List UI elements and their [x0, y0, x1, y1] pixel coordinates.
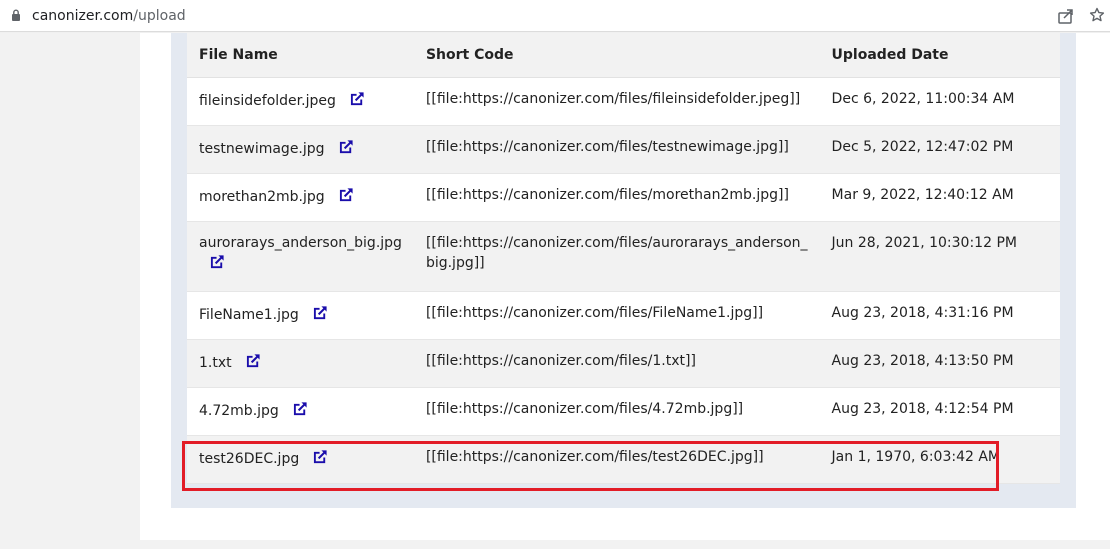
table-row: morethan2mb.jpg [[file:https://canonizer…	[187, 173, 1060, 222]
file-name-cell: aurorarays_anderson_big.jpg	[187, 221, 414, 292]
uploaded-date-cell: Aug 23, 2018, 4:12:54 PM	[819, 387, 1060, 436]
table-row: fileinsidefolder.jpeg [[file:https://can…	[187, 77, 1060, 126]
file-name-cell: 4.72mb.jpg	[187, 387, 414, 436]
file-name-cell: testnewimage.jpg	[187, 125, 414, 174]
file-name: testnewimage.jpg	[199, 140, 325, 157]
file-name: 4.72mb.jpg	[199, 402, 279, 419]
short-code-cell: [[file:https://canonizer.com/files/FileN…	[413, 291, 820, 340]
url-host: canonizer.com	[32, 8, 134, 24]
uploaded-date-cell: Jun 28, 2021, 10:30:12 PM	[819, 221, 1060, 292]
short-code-line1: [[file:https://canonizer.com/files/auror…	[425, 234, 808, 251]
external-link-icon[interactable]	[293, 401, 308, 416]
short-code-cell: [[file:https://canonizer.com/files/testn…	[413, 125, 820, 174]
short-code-cell: [[file:https://canonizer.com/files/1.txt…	[413, 339, 820, 388]
file-name: aurorarays_anderson_big.jpg	[199, 234, 402, 251]
file-name-cell: FileName1.jpg	[187, 291, 414, 340]
table-row: 4.72mb.jpg [[file:https://canonizer.com/…	[187, 387, 1060, 436]
table-row: FileName1.jpg [[file:https://canonizer.c…	[187, 291, 1060, 340]
external-link-icon[interactable]	[339, 139, 354, 154]
file-name: FileName1.jpg	[199, 306, 299, 323]
file-name: fileinsidefolder.jpeg	[199, 92, 336, 109]
header-short-code: Short Code	[413, 33, 820, 78]
uploaded-date-cell: Mar 9, 2022, 12:40:12 AM	[819, 173, 1060, 222]
browser-address-bar: canonizer.com/upload	[0, 0, 1110, 32]
short-code-cell: [[file:https://canonizer.com/files/moret…	[413, 173, 820, 222]
external-link-icon[interactable]	[339, 187, 354, 202]
table-row: testnewimage.jpg [[file:https://canonize…	[187, 125, 1060, 174]
external-link-icon[interactable]	[313, 305, 328, 320]
table-row: aurorarays_anderson_big.jpg [[file:https…	[187, 221, 1060, 292]
external-link-icon[interactable]	[210, 254, 225, 269]
uploaded-date-cell: Dec 5, 2022, 12:47:02 PM	[819, 125, 1060, 174]
lock-icon[interactable]	[11, 9, 21, 21]
short-code-cell: [[file:https://canonizer.com/files/auror…	[413, 221, 820, 292]
short-code-cell: [[file:https://canonizer.com/files/4.72m…	[413, 387, 820, 436]
table-row: 1.txt [[file:https://canonizer.com/files…	[187, 339, 1060, 388]
table-header-row: File Name Short Code Uploaded Date	[187, 33, 1060, 78]
short-code-line2: big.jpg]]	[425, 254, 485, 271]
file-name-cell: 1.txt	[187, 339, 414, 388]
uploaded-date-cell: Dec 6, 2022, 11:00:34 AM	[819, 77, 1060, 126]
share-icon[interactable]	[1057, 7, 1075, 25]
url-field[interactable]: canonizer.com/upload	[32, 8, 186, 24]
uploaded-date-cell: Aug 23, 2018, 4:31:16 PM	[819, 291, 1060, 340]
file-name: 1.txt	[199, 354, 232, 371]
highlight-box	[182, 441, 999, 491]
short-code-cell: [[file:https://canonizer.com/files/filei…	[413, 77, 820, 126]
header-file-name: File Name	[187, 33, 414, 78]
external-link-icon[interactable]	[246, 353, 261, 368]
star-icon[interactable]	[1089, 7, 1105, 23]
uploaded-date-cell: Aug 23, 2018, 4:13:50 PM	[819, 339, 1060, 388]
url-path: /upload	[133, 8, 186, 24]
file-name-cell: fileinsidefolder.jpeg	[187, 77, 414, 126]
uploaded-files-table: File Name Short Code Uploaded Date filei…	[187, 33, 1060, 484]
file-name: morethan2mb.jpg	[199, 188, 325, 205]
header-uploaded-date: Uploaded Date	[819, 33, 1060, 78]
external-link-icon[interactable]	[350, 91, 365, 106]
file-name-cell: morethan2mb.jpg	[187, 173, 414, 222]
